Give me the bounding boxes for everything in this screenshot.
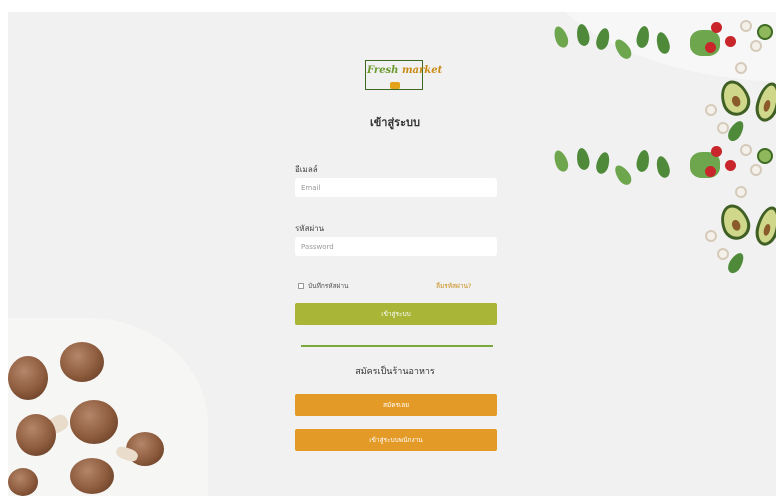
register-button[interactable]: สมัครเลย <box>295 394 497 416</box>
remember-label: บันทึกรหัสผ่าน <box>308 282 349 290</box>
forgot-password-link[interactable]: ลืมรหัสผ่าน? <box>436 281 471 291</box>
vegetables-image-top <box>545 12 776 144</box>
logo-text: Fresh market <box>367 65 442 76</box>
email-input[interactable] <box>295 178 497 197</box>
staff-login-button[interactable]: เข้าสู่ระบบพนักงาน <box>295 429 497 451</box>
basket-icon <box>390 82 400 89</box>
logo-word-fresh: Fresh <box>367 65 399 76</box>
section-divider <box>301 345 493 347</box>
page-title: เข้าสู่ระบบ <box>370 116 420 129</box>
password-input[interactable] <box>295 237 497 256</box>
register-heading: สมัครเป็นร้านอาหาร <box>355 367 435 377</box>
logo-word-market: market <box>401 65 443 76</box>
remember-password[interactable]: บันทึกรหัสผ่าน <box>298 281 348 291</box>
fresh-market-logo: Fresh market <box>365 60 442 92</box>
checkbox-icon[interactable] <box>298 283 304 289</box>
login-button[interactable]: เข้าสู่ระบบ <box>295 303 497 325</box>
password-label: รหัสผ่าน <box>295 224 325 233</box>
email-label: อีเมลล์ <box>295 165 318 174</box>
mushrooms-image <box>8 318 208 496</box>
vegetables-image-middle <box>545 140 776 276</box>
login-page: Fresh market เข้าสู่ระบบ อีเมลล์ รหัสผ่า… <box>0 0 776 496</box>
